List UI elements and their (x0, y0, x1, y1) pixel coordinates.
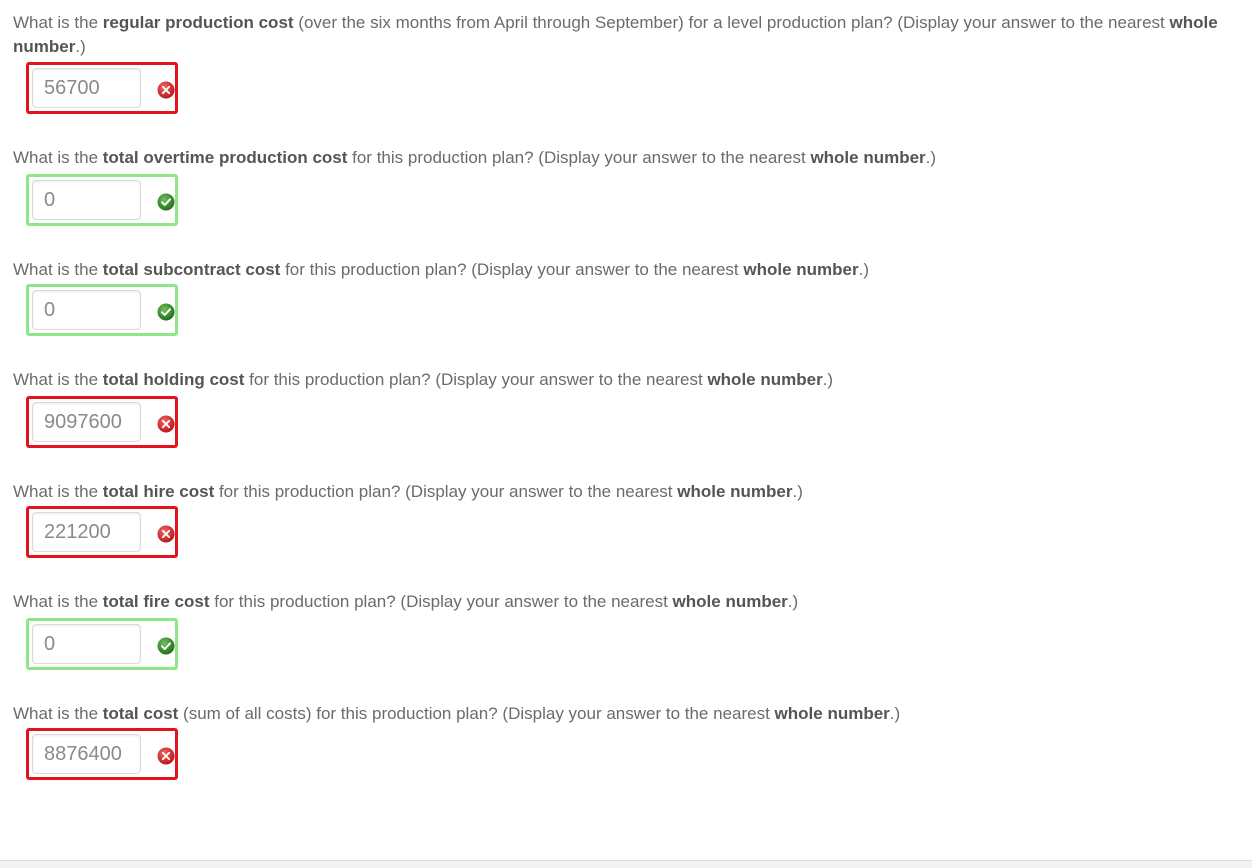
answer-input-6[interactable] (32, 624, 141, 664)
answer-box-5 (26, 506, 178, 558)
answer-box-3 (26, 284, 178, 336)
answer-box-6 (26, 618, 178, 670)
x-circle-icon (157, 415, 175, 433)
question-7-text: What is the total cost (sum of all costs… (13, 704, 901, 723)
answer-box-2 (26, 174, 178, 226)
question-1-text: What is the regular production cost (ove… (13, 13, 1218, 56)
answer-input-4[interactable] (32, 402, 141, 442)
answer-box-7 (26, 728, 178, 780)
answer-input-5[interactable] (32, 512, 141, 552)
answer-box-4 (26, 396, 178, 448)
check-circle-icon (157, 303, 175, 321)
question-6-text: What is the total fire cost for this pro… (13, 592, 799, 611)
question-4-text: What is the total holding cost for this … (13, 370, 834, 389)
question-3-text: What is the total subcontract cost for t… (13, 260, 870, 279)
answer-input-1[interactable] (32, 68, 141, 108)
question-2-text: What is the total overtime production co… (13, 148, 937, 167)
answer-input-7[interactable] (32, 734, 141, 774)
x-circle-icon (157, 81, 175, 99)
answer-input-3[interactable] (32, 290, 141, 330)
answer-input-2[interactable] (32, 180, 141, 220)
x-circle-icon (157, 747, 175, 765)
answer-box-1 (26, 62, 178, 114)
bottom-bar (0, 860, 1252, 868)
check-circle-icon (157, 193, 175, 211)
question-5-text: What is the total hire cost for this pro… (13, 482, 803, 501)
x-circle-icon (157, 525, 175, 543)
check-circle-icon (157, 637, 175, 655)
